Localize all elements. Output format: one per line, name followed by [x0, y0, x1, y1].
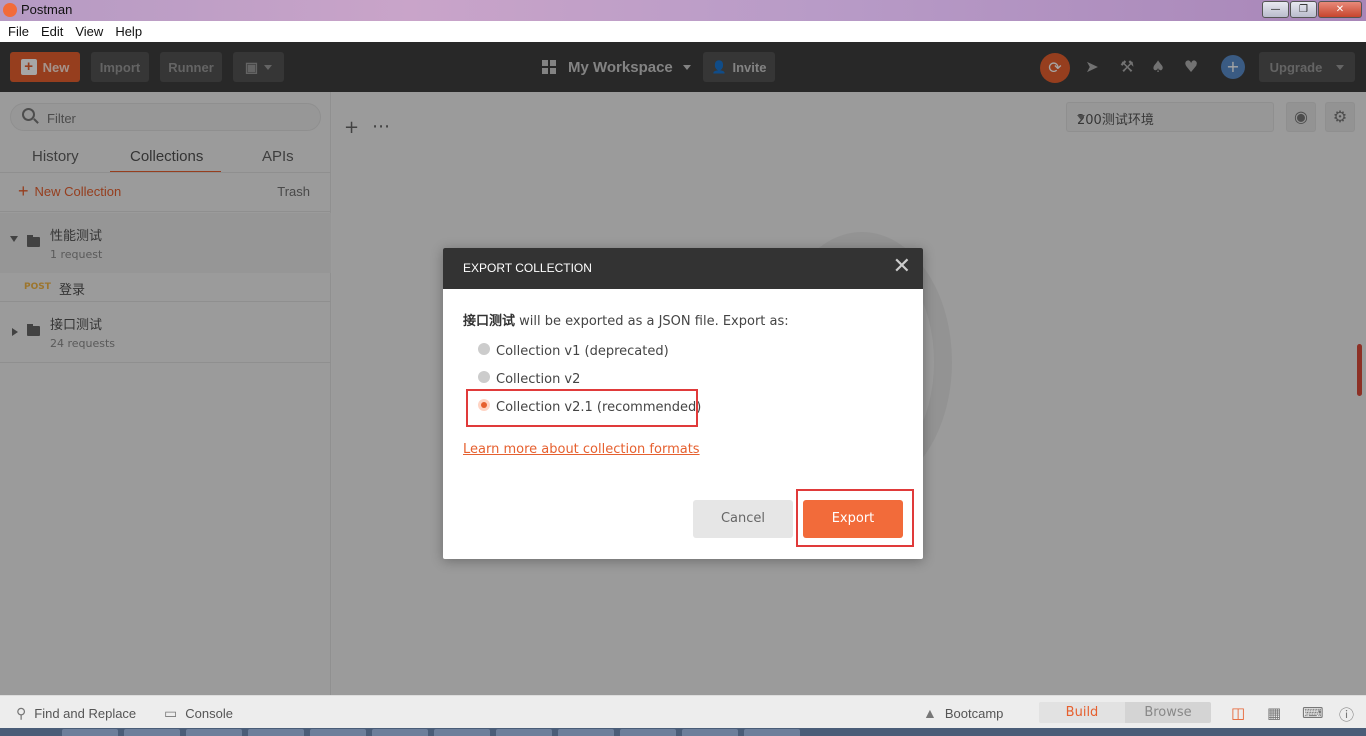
keyboard-shortcuts-icon[interactable]: ⌨ — [1302, 704, 1324, 722]
export-description-text: will be exported as a JSON file. Export … — [515, 314, 789, 329]
export-description: 接口测试 will be exported as a JSON file. Ex… — [463, 310, 789, 329]
dialog-title: EXPORT COLLECTION — [463, 261, 592, 275]
graduation-cap-icon: ▲ — [923, 705, 937, 721]
find-replace-label: Find and Replace — [34, 706, 137, 721]
taskbar-item[interactable] — [62, 729, 118, 736]
menu-file[interactable]: File — [2, 24, 35, 39]
taskbar-item[interactable] — [558, 729, 614, 736]
close-window-icon[interactable]: ✕ — [1318, 1, 1362, 18]
menu-bar: File Edit View Help — [0, 21, 1366, 42]
option-collection-v2[interactable]: Collection v2 — [478, 370, 581, 387]
console-icon: ▭ — [164, 705, 178, 721]
taskbar-item[interactable] — [496, 729, 552, 736]
taskbar-item[interactable] — [682, 729, 738, 736]
console-button[interactable]: ▭ Console — [164, 705, 233, 722]
postman-logo-icon — [3, 3, 17, 17]
build-tab[interactable]: Build — [1039, 702, 1125, 723]
window-titlebar: Postman — ❐ ✕ — [0, 0, 1366, 21]
highlight-box — [796, 489, 914, 547]
bootcamp-button[interactable]: ▲ Bootcamp — [923, 705, 1003, 721]
layout-icon[interactable]: ▦ — [1267, 704, 1281, 722]
taskbar-item[interactable] — [434, 729, 490, 736]
window-controls: — ❐ ✕ — [1262, 1, 1362, 18]
taskbar-item[interactable] — [248, 729, 304, 736]
browse-tab[interactable]: Browse — [1125, 702, 1211, 723]
taskbar-item[interactable] — [124, 729, 180, 736]
taskbar-item[interactable] — [744, 729, 800, 736]
search-icon: ⚲ — [16, 705, 27, 721]
menu-view[interactable]: View — [69, 24, 109, 39]
option-label: Collection v2 — [496, 372, 581, 387]
radio-button[interactable] — [478, 342, 490, 355]
find-replace-button[interactable]: ⚲ Find and Replace — [16, 705, 136, 722]
menu-help[interactable]: Help — [109, 24, 148, 39]
highlight-box — [466, 389, 698, 427]
learn-more-link[interactable]: Learn more about collection formats — [463, 442, 700, 457]
os-taskbar — [0, 728, 1366, 736]
collection-name: 接口测试 — [463, 314, 516, 329]
taskbar-item[interactable] — [620, 729, 676, 736]
option-collection-v1[interactable]: Collection v1 (deprecated) — [478, 342, 669, 359]
radio-button[interactable] — [478, 370, 490, 383]
console-label: Console — [185, 706, 233, 721]
taskbar-item[interactable] — [186, 729, 242, 736]
menu-edit[interactable]: Edit — [35, 24, 69, 39]
maximize-icon[interactable]: ❐ — [1290, 1, 1317, 18]
option-label: Collection v1 (deprecated) — [496, 344, 669, 359]
status-bar: ⚲ Find and Replace ▭ Console ▲ Bootcamp … — [0, 695, 1366, 728]
cancel-button[interactable]: Cancel — [693, 500, 793, 538]
build-browse-toggle: Build Browse — [1039, 702, 1211, 723]
dialog-header: EXPORT COLLECTION ✕ — [443, 248, 923, 289]
close-icon[interactable]: ✕ — [893, 256, 911, 278]
two-pane-view-icon[interactable]: ◫ — [1231, 704, 1245, 722]
taskbar-item[interactable] — [372, 729, 428, 736]
taskbar-item[interactable] — [310, 729, 366, 736]
bootcamp-label: Bootcamp — [944, 705, 1004, 721]
export-collection-dialog: EXPORT COLLECTION ✕ 接口测试 will be exporte… — [443, 248, 923, 559]
minimize-icon[interactable]: — — [1262, 1, 1289, 18]
help-icon[interactable]: ⓘ — [1339, 704, 1354, 725]
window-title: Postman — [21, 2, 73, 17]
